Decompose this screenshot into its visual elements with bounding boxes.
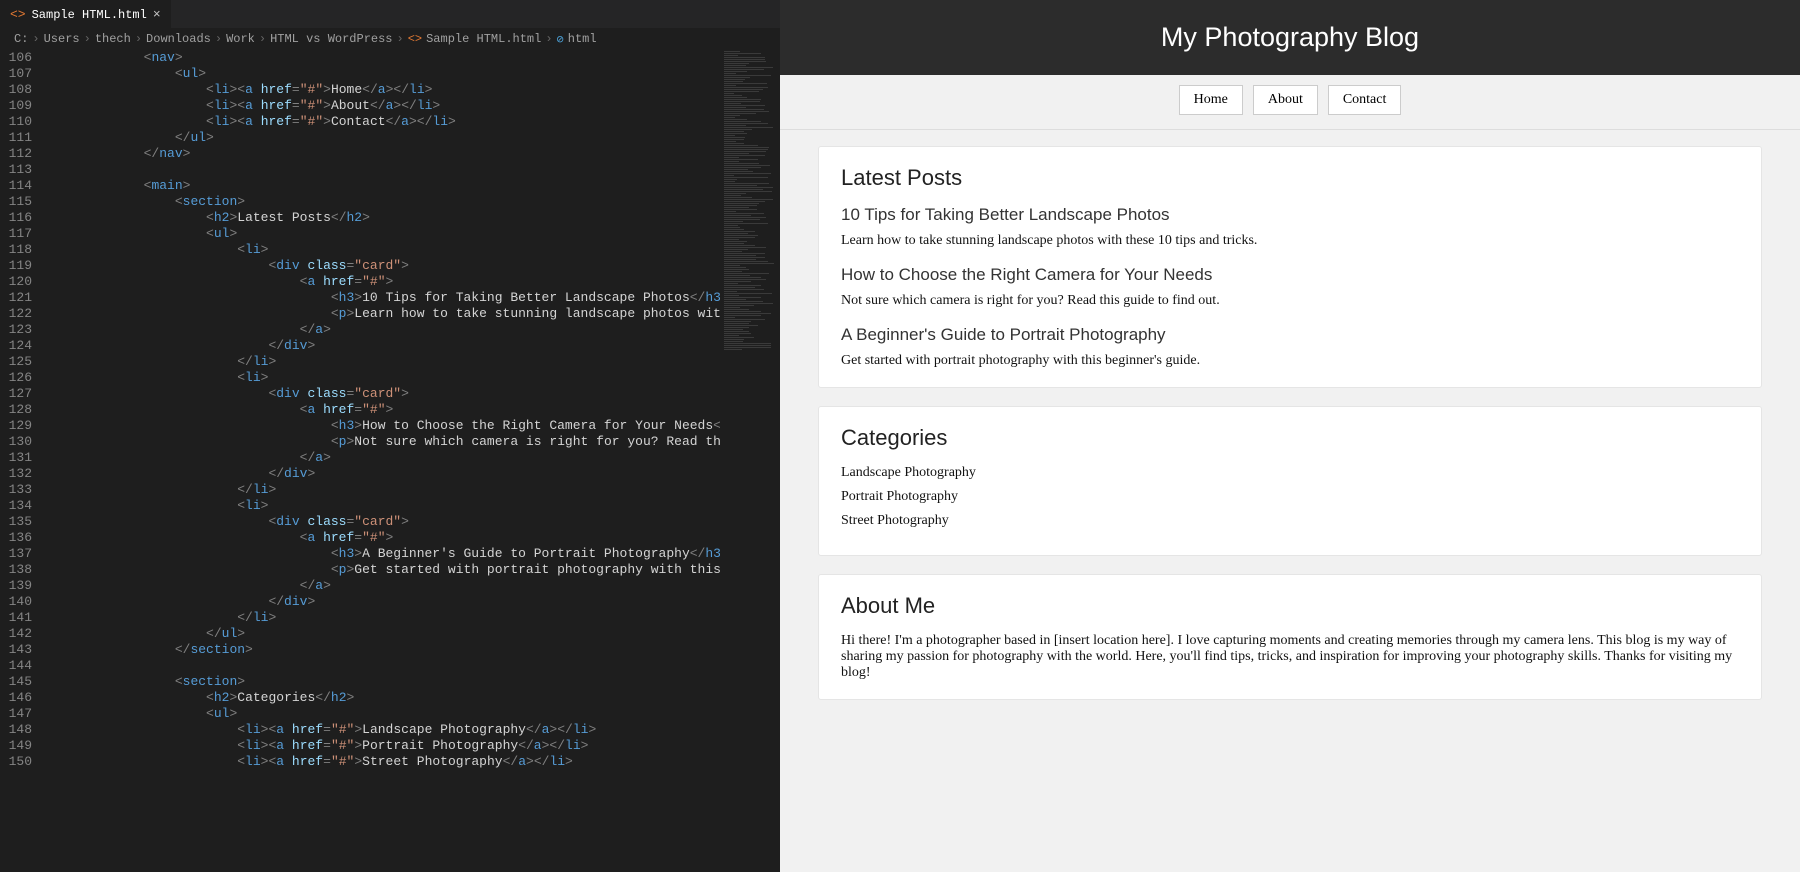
chevron-right-icon: › <box>84 32 91 46</box>
breadcrumb-segment[interactable]: thech <box>95 32 131 46</box>
line-gutter: 1061071081091101111121131141151161171181… <box>0 50 50 872</box>
breadcrumb-file[interactable]: Sample HTML.html <box>426 32 541 46</box>
html-file-icon: <> <box>10 7 26 22</box>
category-link[interactable]: Landscape Photography <box>841 465 1739 481</box>
categories-list: Landscape Photography Portrait Photograph… <box>841 465 1739 529</box>
breadcrumb-segment[interactable]: Downloads <box>146 32 211 46</box>
nav-contact-button[interactable]: Contact <box>1328 85 1402 115</box>
tab-bar: <> Sample HTML.html × <box>0 0 780 28</box>
breadcrumb-segment[interactable]: HTML vs WordPress <box>270 32 392 46</box>
breadcrumb[interactable]: C: › Users › thech › Downloads › Work › … <box>0 28 780 50</box>
preview-pane: My Photography Blog Home About Contact Lat… <box>780 0 1800 872</box>
breadcrumb-segment[interactable]: Users <box>44 32 80 46</box>
editor-pane: <> Sample HTML.html × C: › Users › thech… <box>0 0 780 872</box>
close-icon[interactable]: × <box>153 7 161 22</box>
chevron-right-icon: › <box>397 32 404 46</box>
tab-label: Sample HTML.html <box>32 8 147 22</box>
page-title: My Photography Blog <box>780 0 1800 75</box>
post-excerpt: Learn how to take stunning landscape pho… <box>841 233 1739 249</box>
minimap[interactable] <box>720 50 780 872</box>
chevron-right-icon: › <box>32 32 39 46</box>
editor-tab[interactable]: <> Sample HTML.html × <box>0 0 171 28</box>
chevron-right-icon: › <box>259 32 266 46</box>
nav-about-button[interactable]: About <box>1253 85 1318 115</box>
chevron-right-icon: › <box>215 32 222 46</box>
categories-card: Categories Landscape Photography Portrait… <box>818 406 1762 556</box>
about-card: About Me Hi there! I'm a photographer ba… <box>818 574 1762 700</box>
code-content[interactable]: <nav> <ul> <li><a href="#">Home</a></li>… <box>50 50 720 872</box>
post-title[interactable]: A Beginner's Guide to Portrait Photograp… <box>841 325 1739 345</box>
post-title[interactable]: 10 Tips for Taking Better Landscape Phot… <box>841 205 1739 225</box>
breadcrumb-segment[interactable]: Work <box>226 32 255 46</box>
post-excerpt: Get started with portrait photography wi… <box>841 353 1739 369</box>
category-link[interactable]: Portrait Photography <box>841 489 1739 505</box>
preview-content: Latest Posts 10 Tips for Taking Better L… <box>780 130 1800 872</box>
html-file-icon: <> <box>408 32 422 46</box>
category-link[interactable]: Street Photography <box>841 513 1739 529</box>
navbar: Home About Contact <box>780 75 1800 130</box>
symbol-icon: ⊘ <box>557 32 564 47</box>
chevron-right-icon: › <box>545 32 552 46</box>
categories-heading: Categories <box>841 425 1739 451</box>
post-excerpt: Not sure which camera is right for you? … <box>841 293 1739 309</box>
latest-posts-card: Latest Posts 10 Tips for Taking Better L… <box>818 146 1762 388</box>
breadcrumb-symbol[interactable]: html <box>568 32 597 46</box>
latest-posts-heading: Latest Posts <box>841 165 1739 191</box>
breadcrumb-segment[interactable]: C: <box>14 32 28 46</box>
code-area[interactable]: 1061071081091101111121131141151161171181… <box>0 50 780 872</box>
nav-home-button[interactable]: Home <box>1179 85 1243 115</box>
about-heading: About Me <box>841 593 1739 619</box>
chevron-right-icon: › <box>135 32 142 46</box>
post-title[interactable]: How to Choose the Right Camera for Your … <box>841 265 1739 285</box>
about-text: Hi there! I'm a photographer based in [i… <box>841 633 1739 681</box>
